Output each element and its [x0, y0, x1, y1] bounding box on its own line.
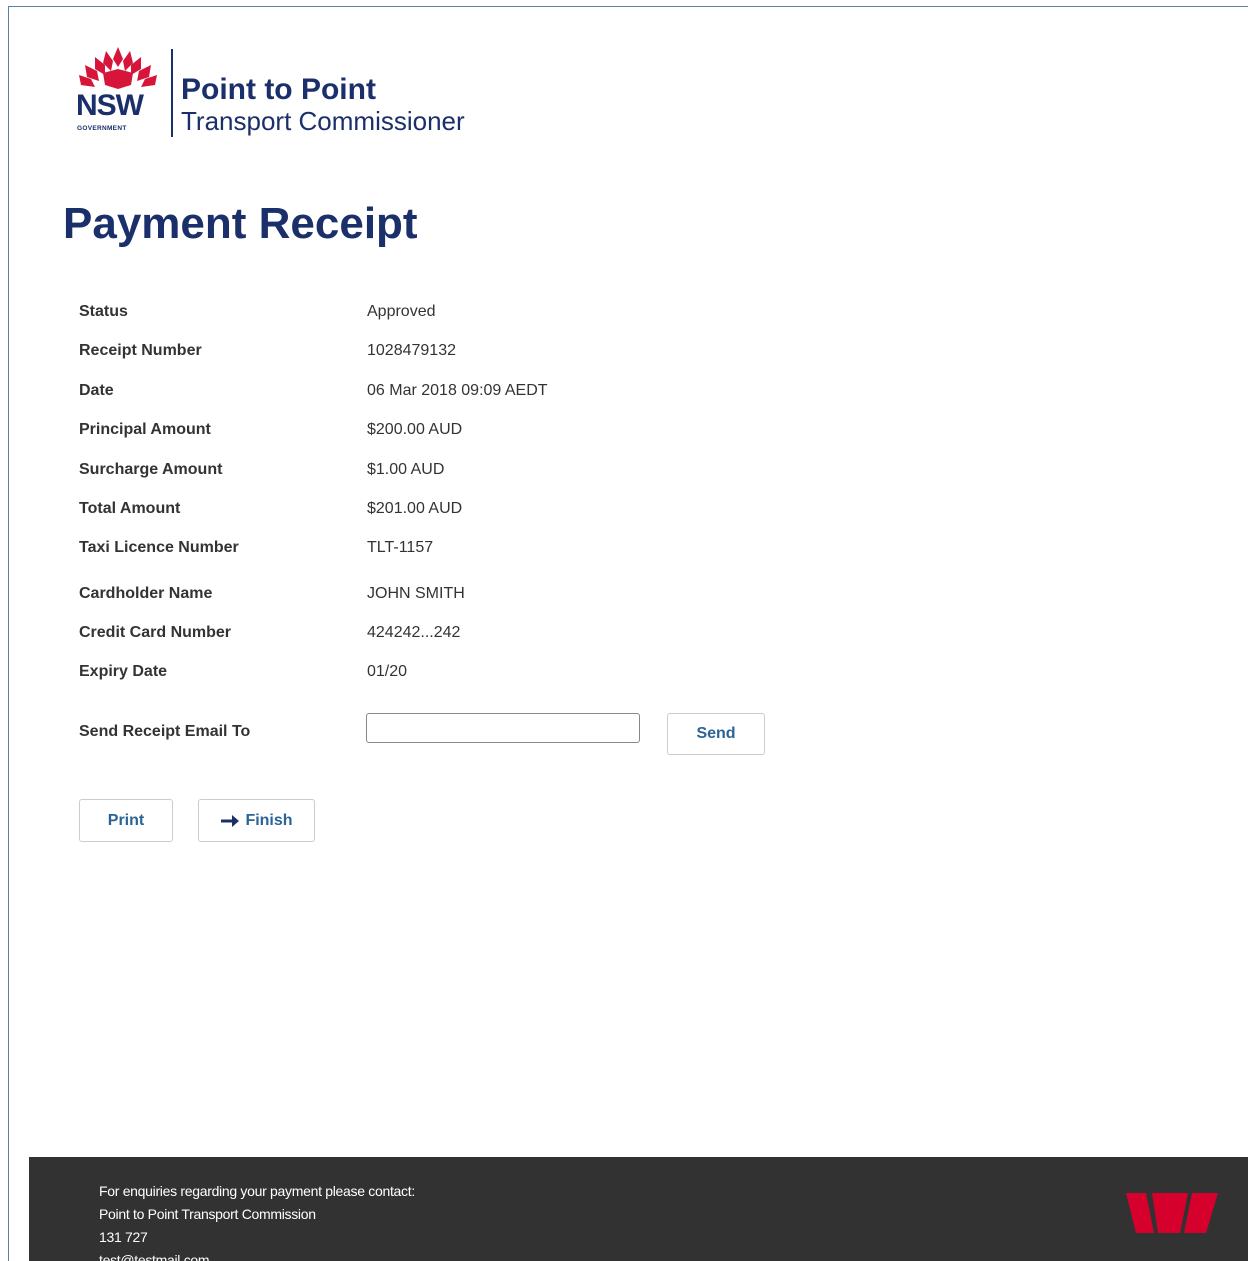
footer-line-org: Point to Point Transport Commission	[99, 1206, 316, 1222]
footer-line-enquiries: For enquiries regarding your payment ple…	[99, 1183, 415, 1199]
nsw-government-logo: NSW GOVERNMENT	[73, 43, 169, 143]
expiry-date-label: Expiry Date	[79, 663, 168, 680]
waratah-icon	[79, 47, 157, 89]
arrow-right-icon	[221, 814, 240, 827]
org-title: Point to Point	[181, 73, 376, 106]
email-label: Send Receipt Email To	[79, 723, 251, 740]
receipt-row-taxi-licence: Taxi Licence Number TLT-1157	[79, 539, 779, 563]
receipt-number-label: Receipt Number	[79, 342, 202, 359]
receipt-row-cardholder-name: Cardholder Name JOHN SMITH	[79, 585, 779, 609]
send-button[interactable]: Send	[667, 713, 765, 755]
principal-amount-value: $200.00 AUD	[367, 421, 463, 438]
receipt-row-principal-amount: Principal Amount $200.00 AUD	[79, 421, 779, 445]
nsw-wordmark: NSW	[76, 89, 144, 122]
receipt-row-total-amount: Total Amount $201.00 AUD	[79, 500, 779, 524]
email-input[interactable]	[366, 713, 640, 743]
header-logo: NSW GOVERNMENT Point to Point Transport …	[73, 43, 465, 143]
footer: For enquiries regarding your payment ple…	[29, 1157, 1248, 1261]
footer-line-email: test@testmail.com	[99, 1252, 210, 1261]
taxi-licence-label: Taxi Licence Number	[79, 539, 239, 556]
expiry-date-value: 01/20	[367, 663, 408, 680]
credit-card-number-label: Credit Card Number	[79, 624, 232, 641]
finish-label: Finish	[245, 811, 293, 829]
total-amount-value: $201.00 AUD	[367, 500, 463, 517]
surcharge-amount-value: $1.00 AUD	[367, 461, 445, 478]
receipt-row-status: Status Approved	[79, 303, 779, 327]
footer-contact: For enquiries regarding your payment ple…	[99, 1180, 415, 1261]
receipt-row-surcharge-amount: Surcharge Amount $1.00 AUD	[79, 461, 779, 485]
receipt-row-expiry-date: Expiry Date 01/20	[79, 663, 779, 687]
status-value: Approved	[367, 303, 436, 320]
receipt-number-value: 1028479132	[367, 342, 456, 359]
org-name: Point to Point Transport Commissioner	[181, 73, 465, 135]
footer-line-phone: 131 727	[99, 1229, 148, 1245]
government-wordmark: GOVERNMENT	[77, 125, 127, 132]
org-subtitle: Transport Commissioner	[181, 106, 465, 136]
surcharge-amount-label: Surcharge Amount	[79, 461, 223, 478]
date-label: Date	[79, 382, 114, 399]
principal-amount-label: Principal Amount	[79, 421, 211, 438]
logo-divider	[171, 49, 173, 137]
receipt-row-receipt-number: Receipt Number 1028479132	[79, 342, 779, 366]
total-amount-label: Total Amount	[79, 500, 181, 517]
print-button[interactable]: Print	[79, 799, 173, 842]
date-value: 06 Mar 2018 09:09 AEDT	[367, 382, 548, 399]
cardholder-name-label: Cardholder Name	[79, 585, 213, 602]
credit-card-number-value: 424242...242	[367, 624, 461, 641]
receipt-row-credit-card-number: Credit Card Number 424242...242	[79, 624, 779, 648]
status-label: Status	[79, 303, 128, 320]
page-title: Payment Receipt	[63, 199, 418, 248]
page-frame: NSW GOVERNMENT Point to Point Transport …	[8, 6, 1248, 1261]
finish-button[interactable]: Finish	[198, 799, 315, 842]
taxi-licence-value: TLT-1157	[367, 539, 434, 556]
westpac-logo	[1126, 1193, 1218, 1233]
print-label: Print	[107, 811, 145, 829]
receipt-row-date: Date 06 Mar 2018 09:09 AEDT	[79, 382, 779, 406]
email-receipt-row: Send Receipt Email To Send	[79, 713, 979, 757]
cardholder-name-value: JOHN SMITH	[367, 585, 465, 602]
